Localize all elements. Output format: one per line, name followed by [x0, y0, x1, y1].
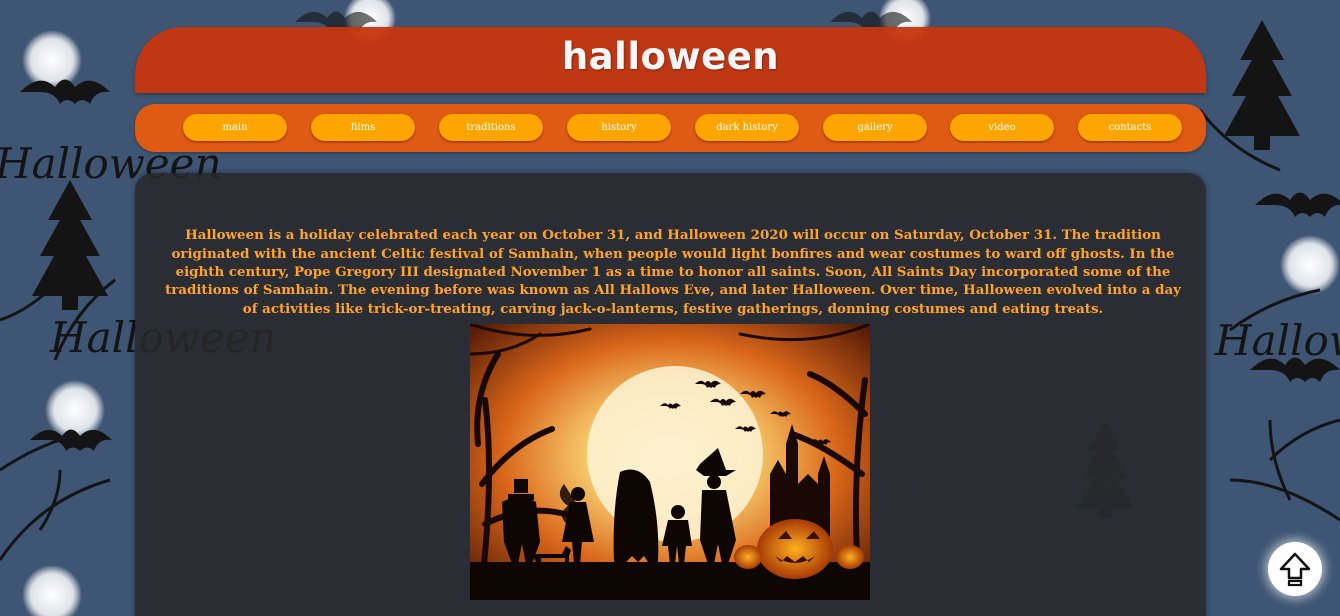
nav-item-films[interactable]: films [311, 114, 415, 141]
nav-item-contacts[interactable]: contacts [1078, 114, 1182, 141]
svg-text:Halloween: Halloween [1214, 316, 1340, 365]
site-title: halloween [561, 35, 780, 78]
scroll-to-top-button[interactable] [1268, 542, 1322, 596]
nav-item-video[interactable]: video [950, 114, 1054, 141]
site-header: halloween [135, 27, 1206, 93]
halloween-scene-illustration [470, 324, 870, 600]
main-navigation: main films traditions history dark histo… [135, 104, 1206, 152]
nav-item-history[interactable]: history [567, 114, 671, 141]
content-panel: Halloween is a holiday celebrated each y… [135, 173, 1206, 616]
nav-item-gallery[interactable]: gallery [823, 114, 927, 141]
nav-item-main[interactable]: main [183, 114, 287, 141]
arrow-up-icon [1279, 552, 1311, 587]
nav-item-dark-history[interactable]: dark history [695, 114, 799, 141]
nav-item-traditions[interactable]: traditions [439, 114, 543, 141]
halloween-scene-image [470, 324, 870, 600]
intro-paragraph: Halloween is a holiday celebrated each y… [165, 227, 1181, 317]
